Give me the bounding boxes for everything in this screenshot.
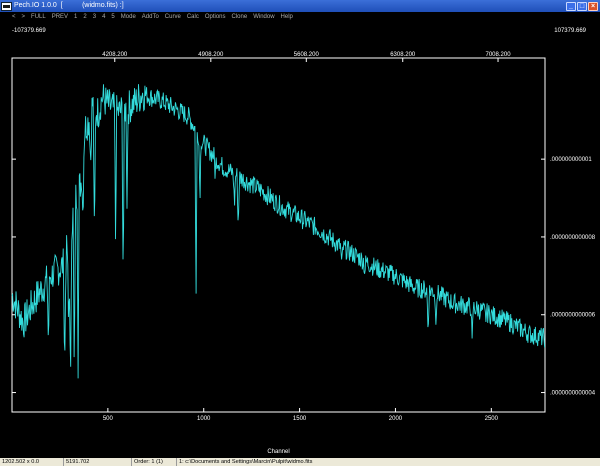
x-tick-label: 2000 xyxy=(389,416,403,422)
x-tick-label: 2500 xyxy=(485,416,499,422)
y-tick-label: .0000000000008 xyxy=(550,235,596,241)
status-value: 5191.702 xyxy=(64,458,132,466)
status-coords: 1202.502 x 0.0 xyxy=(0,458,64,466)
status-bar: 1202.502 x 0.0 5191.702 Order: 1 (1) 1: … xyxy=(0,458,600,466)
status-path: 1: c:\Documents and Settings\Marcin\Pulp… xyxy=(179,459,313,465)
top-tick-label: 4908.200 xyxy=(198,52,224,58)
x-tick-label: 1500 xyxy=(293,416,307,422)
top-tick-label: 6308.200 xyxy=(390,52,416,58)
status-order: Order: 1 (1) xyxy=(132,458,177,466)
x-tick-label: 500 xyxy=(103,416,114,422)
spectrum-line[interactable] xyxy=(11,84,546,379)
y-tick-label: .0000000000006 xyxy=(550,313,596,319)
x-tick-label: 1000 xyxy=(197,416,211,422)
top-tick-label: 4208.200 xyxy=(102,52,128,58)
x-axis-label: Channel xyxy=(267,449,289,455)
y-tick-label: .000000000001 xyxy=(550,157,592,163)
spectrum-chart[interactable]: 500 1000 1500 2000 2500 4208.200 4908.200 5608.… xyxy=(0,0,600,458)
top-tick-label: 5608.200 xyxy=(294,52,320,58)
top-tick-label: 7008.200 xyxy=(486,52,512,58)
y-tick-label: .0000000000004 xyxy=(550,391,596,397)
